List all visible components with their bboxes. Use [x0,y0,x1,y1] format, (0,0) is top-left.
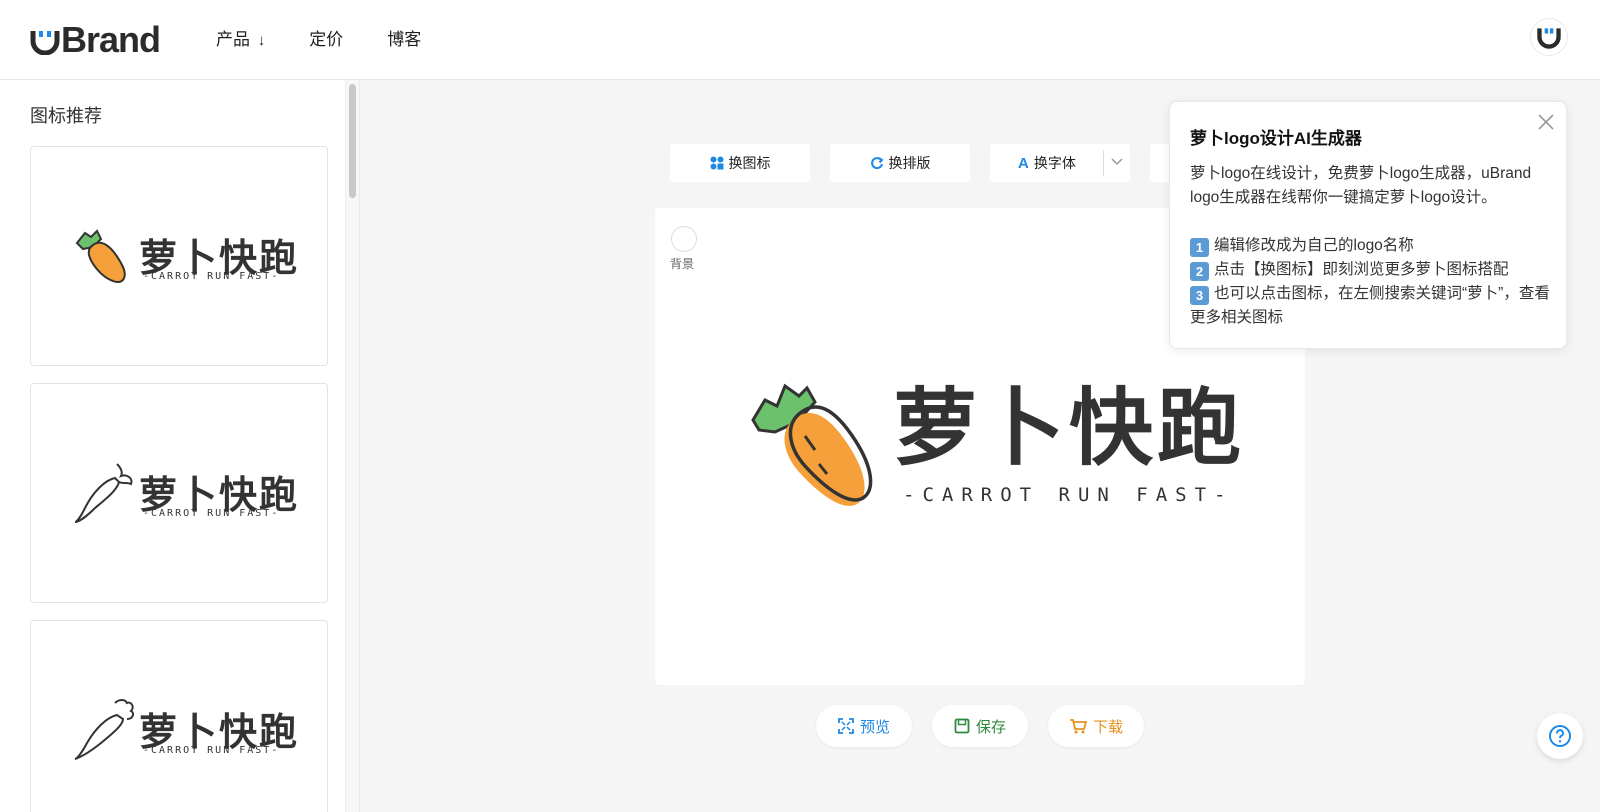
step-number-badge: 2 [1190,262,1209,281]
close-icon[interactable] [1536,112,1556,132]
recommend-card[interactable]: 萝卜快跑 -CARROT RUN FAST- [30,383,328,603]
change-icon-button[interactable]: 换图标 [670,144,810,182]
logo-name-text[interactable]: 萝卜快跑 [893,380,1245,476]
intro-popup: 萝卜logo设计AI生成器 萝卜logo在线设计，免费萝卜logo生成器，uBr… [1169,101,1567,349]
save-icon [954,718,970,734]
popup-step: 3 也可以点击图标，在左侧搜索关键词“萝卜”，查看更多相关图标 [1190,282,1550,330]
refresh-icon [870,156,884,170]
sidebar-scrollbar[interactable] [345,80,359,812]
card-logo-tagline: -CARROT RUN FAST- [143,271,280,282]
popup-step: 1 编辑修改成为自己的logo名称 [1190,234,1550,258]
brand-u-icon [30,31,60,55]
popup-step: 2 点击【换图标】即刻浏览更多萝卜图标搭配 [1190,258,1550,282]
arrow-down-icon: ↓ [257,32,266,49]
step-number-badge: 1 [1190,238,1209,257]
font-divider [1103,150,1104,176]
question-icon [1549,725,1571,747]
card-logo-tagline: -CARROT RUN FAST- [143,508,280,519]
nav-product-label: 产品 [216,30,250,49]
carrot-logo-icon[interactable] [745,376,895,516]
carrot-outline-icon [74,699,135,760]
user-avatar[interactable] [1530,18,1568,56]
preview-button[interactable]: 预览 [816,705,912,747]
nav-pricing[interactable]: 定价 [309,28,343,53]
change-icon-label: 换图标 [728,155,771,171]
popup-intro: 萝卜logo在线设计，免费萝卜logo生成器，uBrand logo生成器在线帮… [1190,165,1532,206]
sidebar-scroll-thumb[interactable] [349,84,356,198]
nav-blog[interactable]: 博客 [387,28,421,53]
nav-product[interactable]: 产品 ↓ [216,28,265,53]
logo-tagline-text[interactable]: -CARROT RUN FAST- [903,484,1233,506]
chevron-down-icon[interactable] [1110,154,1124,171]
preview-label: 预览 [859,718,890,736]
step-text: 点击【换图标】即刻浏览更多萝卜图标搭配 [1214,261,1509,278]
popup-title: 萝卜logo设计AI生成器 [1190,129,1362,148]
font-icon: A [1018,154,1029,172]
download-button[interactable]: 下载 [1048,705,1144,747]
recommend-card[interactable]: 萝卜快跑 -CARROT RUN FAST- [30,146,328,366]
avatar-u-icon [1537,28,1561,49]
sidebar-title: 图标推荐 [30,106,102,126]
carrot-outline-icon [74,463,133,523]
background-label: 背景 [670,257,695,271]
background-color-swatch[interactable] [671,226,697,252]
cart-icon [1069,718,1087,734]
brand-name: Brand [61,19,161,60]
change-font-label: 换字体 [1033,155,1076,171]
download-label: 下载 [1092,718,1123,736]
save-label: 保存 [975,718,1006,736]
step-text: 编辑修改成为自己的logo名称 [1214,237,1414,254]
step-number-badge: 3 [1190,286,1209,305]
change-layout-label: 换排版 [888,155,931,171]
top-header: Brand 产品 ↓ 定价 博客 [0,0,1600,80]
step-text: 也可以点击图标，在左侧搜索关键词“萝卜”，查看更多相关图标 [1190,285,1550,326]
icon-recommend-sidebar: 图标推荐 萝卜快跑 -CARROT RUN FAST- 萝卜快跑 -CARROT… [0,80,360,812]
change-layout-button[interactable]: 换排版 [830,144,970,182]
expand-icon [838,718,854,734]
change-font-button[interactable]: A 换字体 [990,144,1130,182]
recommend-card[interactable]: 萝卜快跑 -CARROT RUN FAST- [30,620,328,812]
shapes-icon [710,156,724,170]
main-nav: 产品 ↓ 定价 博客 [216,28,465,53]
brand-logo[interactable]: Brand [30,19,161,60]
help-button[interactable] [1537,713,1583,759]
carrot-color-icon [75,229,126,283]
card-logo-tagline: -CARROT RUN FAST- [143,745,280,756]
save-button[interactable]: 保存 [932,705,1028,747]
